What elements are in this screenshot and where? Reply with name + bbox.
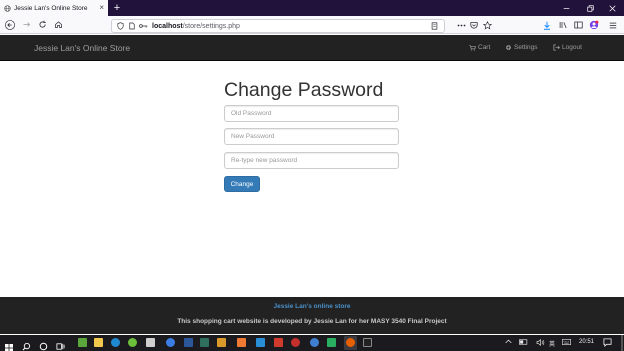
reader-view-icon[interactable] [431, 22, 438, 30]
windows-start-icon[interactable] [5, 339, 13, 351]
file-explorer-icon[interactable] [94, 338, 103, 347]
url-host: localhost [152, 22, 183, 30]
reload-icon[interactable] [34, 17, 50, 33]
connection-key-icon[interactable] [139, 23, 148, 29]
wechat-icon[interactable] [327, 338, 336, 347]
edge-icon[interactable] [111, 338, 120, 347]
browser-tab-active[interactable]: Jessie Lan's Online Store × [0, 0, 108, 16]
hamburger-menu-icon[interactable] [606, 17, 620, 33]
browser-tab-strip: Jessie Lan's Online Store × + [0, 0, 624, 16]
shopping-cart-icon [469, 44, 476, 51]
sublime-icon[interactable] [237, 338, 246, 347]
windows-taskbar: 英 20:51 [0, 335, 624, 351]
word-icon[interactable] [184, 338, 193, 347]
account-avatar-icon[interactable] [587, 17, 601, 33]
nav-cart-label: Cart [478, 44, 491, 51]
app-icon-orange[interactable] [217, 338, 226, 347]
logout-icon [553, 44, 560, 51]
old-password-field[interactable] [224, 105, 399, 122]
vscode-icon[interactable] [256, 338, 265, 347]
page-icon [129, 22, 135, 30]
new-tab-button[interactable]: + [110, 0, 124, 16]
forward-arrow-icon[interactable] [18, 17, 34, 33]
url-text: localhost/store/settings.php [152, 23, 240, 30]
browser-tab-title: Jessie Lan's Online Store [14, 4, 88, 12]
globe-icon [4, 4, 11, 12]
nav-logout-label: Logout [562, 44, 582, 51]
show-hidden-icons-icon[interactable] [505, 339, 512, 346]
footer-description: This shopping cart website is developed … [177, 318, 447, 325]
url-path: /store/settings.php [182, 22, 240, 30]
gear-icon [505, 44, 512, 51]
app-icon-red[interactable] [274, 338, 283, 347]
back-arrow-icon[interactable] [2, 17, 18, 33]
site-brand[interactable]: Jessie Lan's Online Store [34, 43, 130, 53]
notification-center-icon[interactable] [603, 338, 612, 349]
search-icon[interactable] [22, 338, 31, 351]
firefox-icon [346, 338, 355, 347]
shield-icon[interactable] [117, 22, 124, 30]
close-tab-icon[interactable]: × [99, 3, 104, 13]
nav-cart-link[interactable]: Cart [469, 44, 490, 51]
nav-settings-label: Settings [514, 44, 538, 51]
pocket-icon[interactable] [467, 17, 481, 33]
library-icon[interactable] [556, 17, 570, 33]
retype-password-field[interactable] [224, 152, 399, 169]
site-navbar: Jessie Lan's Online Store Cart Settings … [0, 35, 624, 61]
footer-title[interactable]: Jessie Lan's online store [0, 303, 624, 310]
address-bar[interactable]: localhost/store/settings.php [111, 19, 445, 33]
restore-window-icon[interactable] [578, 0, 602, 16]
store-icon[interactable] [146, 338, 155, 347]
app-icon-blue-circle[interactable] [310, 338, 319, 347]
new-password-field[interactable] [224, 128, 399, 145]
app-icon-notes[interactable] [78, 338, 87, 347]
system-clock[interactable]: 20:51 [579, 339, 594, 345]
show-desktop-button[interactable] [621, 335, 623, 351]
app-icon-record[interactable] [291, 338, 300, 347]
change-password-button[interactable]: Change [224, 176, 260, 192]
page-title: Change Password [224, 79, 384, 101]
minimize-window-icon[interactable] [554, 0, 578, 16]
volume-icon[interactable] [536, 339, 545, 348]
nav-logout-link[interactable]: Logout [553, 44, 582, 51]
home-icon[interactable] [50, 17, 66, 33]
input-method-indicator[interactable]: 英 [549, 339, 555, 348]
app-icon-green-circle[interactable] [128, 338, 137, 347]
keyboard-icon[interactable] [562, 339, 571, 347]
terminal-icon[interactable] [363, 338, 372, 347]
task-view-icon[interactable] [56, 338, 65, 350]
chrome-icon[interactable] [166, 338, 175, 347]
cortana-icon[interactable] [39, 338, 48, 351]
close-window-icon[interactable] [600, 0, 624, 16]
sidebar-icon[interactable] [571, 17, 585, 33]
app-icon-sql[interactable] [200, 338, 209, 347]
nav-settings-link[interactable]: Settings [505, 44, 538, 51]
site-footer: Jessie Lan's online store This shopping … [0, 297, 624, 334]
battery-icon[interactable] [519, 339, 528, 347]
more-actions-icon[interactable] [454, 17, 468, 33]
firefox-taskbar-button[interactable] [344, 336, 357, 350]
bookmark-star-icon[interactable] [480, 17, 494, 33]
download-icon[interactable] [540, 17, 554, 33]
